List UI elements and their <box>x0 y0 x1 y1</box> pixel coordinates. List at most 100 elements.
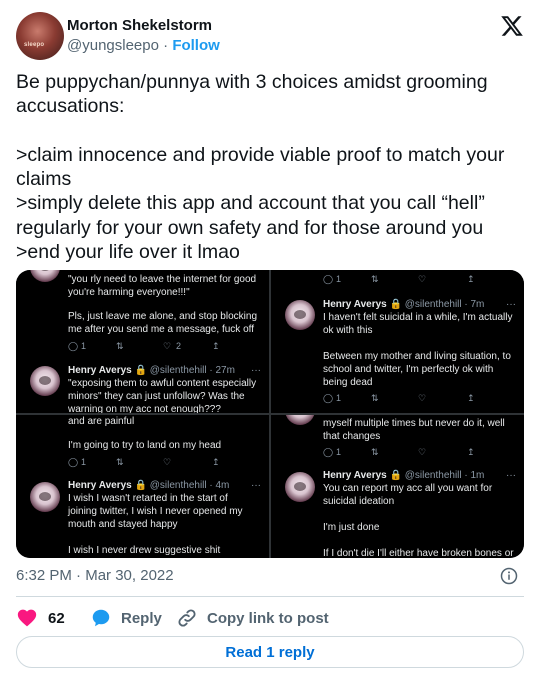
screenshot-text: school and twitter, I'm perfectly ok wit… <box>323 364 494 375</box>
more-icon: ··· <box>506 470 516 481</box>
link-icon <box>178 609 196 627</box>
author-handle[interactable]: @yungsleepo <box>67 37 159 54</box>
screenshot-author-meta: @silenthehill · 27m <box>149 365 235 376</box>
media-image-3[interactable]: and are painful I'm going to try to land… <box>16 415 269 558</box>
info-icon[interactable] <box>500 567 518 585</box>
media-grid[interactable]: "you rly need to leave the internet for … <box>16 270 524 558</box>
comment-icon: ◯ <box>323 274 334 284</box>
screenshot-text: I wish I wasn't retarted in the start of <box>68 493 228 504</box>
screenshot-text: minors" they can just unfollow? Was the <box>68 391 245 402</box>
screenshot-actions: ◯ 1 ⇅ ♡ ↥ <box>323 446 513 458</box>
screenshot-text: myself multiple times but never do it, w… <box>323 418 505 429</box>
share-icon: ↥ <box>212 341 220 351</box>
media-image-2[interactable]: ◯ 1 ⇅ ♡ ↥ Henry Averys 🔒 @silenthehill ·… <box>271 270 524 413</box>
screenshot-text: I wish I never drew suggestive shit <box>68 545 221 556</box>
screenshot-avatar <box>30 482 60 512</box>
divider <box>16 596 524 597</box>
screenshot-author-meta: @silenthehill · 7m <box>404 299 485 310</box>
screenshot-author: Henry Averys 🔒 @silenthehill · 27m <box>68 364 235 377</box>
comment-icon: ◯ <box>323 447 334 457</box>
screenshot-avatar <box>285 415 315 425</box>
like-count: 62 <box>48 609 65 627</box>
time-separator: · <box>76 567 82 584</box>
heart-outline-icon: ♡ <box>163 457 172 467</box>
screenshot-text: "you rly need to leave the internet for … <box>68 274 257 285</box>
screenshot-like-count: 2 <box>176 341 182 351</box>
screenshot-actions: ◯ 1 ⇅ ♡ ↥ <box>323 392 513 404</box>
screenshot-text: warning on my acc not enough??? <box>68 404 221 413</box>
like-button[interactable]: 62 <box>16 606 65 630</box>
author-name[interactable]: Morton Shekelstorm <box>67 17 212 34</box>
screenshot-actions: ◯ 1 ⇅ ♡ ↥ <box>68 456 258 468</box>
screenshot-text: you're harming everyone!!!" <box>68 287 190 298</box>
screenshot-text: me after you send me a message, fuck off <box>68 324 255 335</box>
screenshot-author: Henry Averys 🔒 @silenthehill · 4m <box>68 479 229 492</box>
retweet-icon: ⇅ <box>371 393 379 403</box>
heart-outline-icon: ♡ <box>163 341 172 351</box>
tweet-action-bar: 62 Reply Copy link to post <box>16 606 524 630</box>
tweet-date[interactable]: Mar 30, 2022 <box>85 567 173 584</box>
screenshot-text: If I don't die I'll either have broken b… <box>323 548 514 558</box>
screenshot-text: I'm going to try to land on my head <box>68 440 222 451</box>
screenshot-reply-count: 1 <box>81 457 87 467</box>
copy-link-button[interactable]: Copy link to post <box>176 606 329 630</box>
tweet-header: sleepo Morton Shekelstorm @yungsleepo · … <box>16 12 524 60</box>
share-icon: ↥ <box>212 457 220 467</box>
comment-icon: ◯ <box>323 393 334 403</box>
author-avatar[interactable]: sleepo <box>16 12 64 60</box>
heart-icon <box>17 609 37 627</box>
retweet-icon: ⇅ <box>371 274 379 284</box>
screenshot-text: I haven't felt suicidal in a while, I'm … <box>323 312 513 323</box>
screenshot-text: "exposing them to awful content especial… <box>68 378 257 389</box>
screenshot-reply-count: 1 <box>336 447 342 457</box>
screenshot-actions: ◯ 1 ⇅ ♡ ↥ <box>323 273 513 285</box>
more-icon: ··· <box>506 299 516 310</box>
media-image-4[interactable]: myself multiple times but never do it, w… <box>271 415 524 558</box>
tweet-line: Be puppychan/punnya with 3 choices amids… <box>16 71 488 93</box>
comment-icon: ◯ <box>68 457 79 467</box>
reply-button[interactable]: Reply <box>90 606 162 630</box>
handle-separator: · <box>163 37 169 54</box>
screenshot-actions: ◯ 1 ⇅ ♡ 2 ↥ <box>68 340 258 352</box>
read-reply-button[interactable]: Read 1 reply <box>16 636 524 668</box>
screenshot-author: Henry Averys 🔒 @silenthehill · 7m <box>323 298 484 311</box>
tweet-line: >claim innocence and provide viable proo… <box>16 143 505 166</box>
screenshot-reply-count: 1 <box>336 393 342 403</box>
screenshot-author-name: Henry Averys <box>323 470 387 481</box>
screenshot-author-name: Henry Averys <box>323 299 387 310</box>
screenshot-author-meta: @silenthehill · 1m <box>404 470 485 481</box>
author-handle-row: @yungsleepo · Follow <box>67 37 220 54</box>
screenshot-text: Between my mother and living situation, … <box>323 351 511 362</box>
screenshot-text: being dead <box>323 377 373 388</box>
heart-outline-icon: ♡ <box>418 393 427 403</box>
screenshot-author-name: Henry Averys <box>68 480 132 491</box>
media-image-1[interactable]: "you rly need to leave the internet for … <box>16 270 269 413</box>
tweet-line: >end your life over it lmao <box>16 241 240 264</box>
retweet-icon: ⇅ <box>116 341 124 351</box>
tweet-line: claims <box>16 168 72 191</box>
screenshot-avatar <box>285 472 315 502</box>
screenshot-avatar <box>30 366 60 396</box>
share-icon: ↥ <box>467 393 475 403</box>
lock-icon: 🔒 <box>389 470 402 481</box>
share-icon: ↥ <box>467 274 475 284</box>
lock-icon: 🔒 <box>134 365 147 376</box>
screenshot-text: suicidal ideation <box>323 496 395 507</box>
follow-button[interactable]: Follow <box>172 37 220 54</box>
reply-label: Reply <box>121 609 162 627</box>
heart-outline-icon: ♡ <box>418 447 427 457</box>
lock-icon: 🔒 <box>134 480 147 491</box>
x-logo-icon[interactable] <box>500 14 524 38</box>
screenshot-author-name: Henry Averys <box>68 365 132 376</box>
screenshot-text: mouth and stayed happy <box>68 519 178 530</box>
tweet-line: >simply delete this app and account that… <box>16 192 485 215</box>
heart-outline-icon: ♡ <box>418 274 427 284</box>
screenshot-text: that changes <box>323 431 381 442</box>
tweet-time[interactable]: 6:32 PM <box>16 567 72 584</box>
screenshot-text: You can report my acc all you want for <box>323 483 493 494</box>
screenshot-author-meta: @silenthehill · 4m <box>149 480 230 491</box>
screenshot-text: Pls, just leave me alone, and stop block… <box>68 311 257 322</box>
screenshot-avatar <box>285 300 315 330</box>
retweet-icon: ⇅ <box>116 457 124 467</box>
copy-link-label: Copy link to post <box>207 609 329 627</box>
